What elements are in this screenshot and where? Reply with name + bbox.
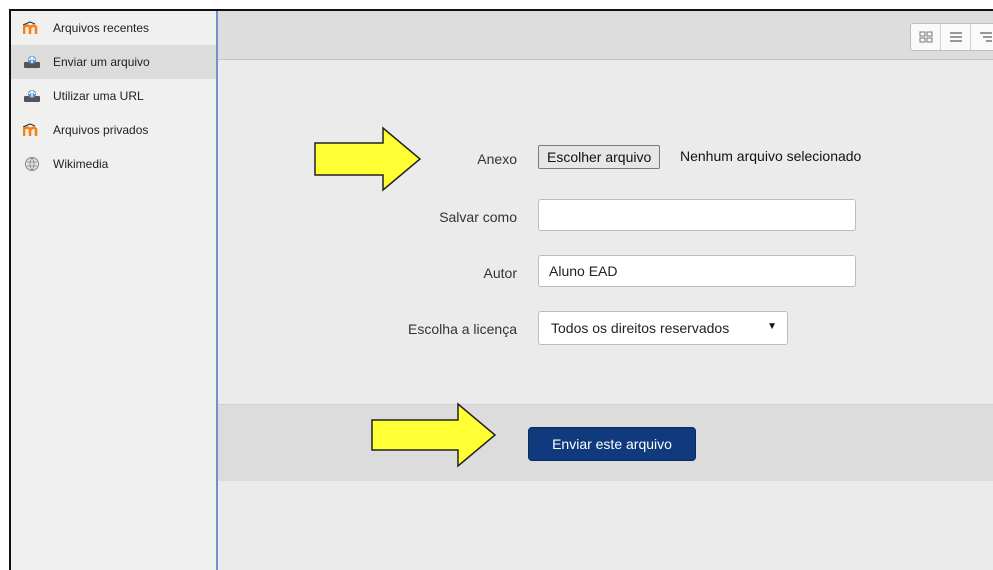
repository-sidebar: Arquivos recentes Enviar um arquivo Util… xyxy=(11,11,218,570)
grid-view-icon[interactable] xyxy=(911,24,941,50)
form-footer: Enviar este arquivo xyxy=(218,404,993,481)
sidebar-item-label: Wikimedia xyxy=(53,157,109,171)
sidebar-item-recent-files[interactable]: Arquivos recentes xyxy=(11,11,216,45)
view-toolbar xyxy=(218,11,993,60)
moodle-logo-icon xyxy=(23,20,41,36)
sidebar-item-private-files[interactable]: Arquivos privados xyxy=(11,113,216,147)
license-select[interactable]: Todos os direitos reservados ▼ xyxy=(538,311,788,345)
globe-icon xyxy=(23,156,41,172)
moodle-logo-icon xyxy=(23,122,41,138)
upload-icon xyxy=(23,54,41,70)
sidebar-item-label: Enviar um arquivo xyxy=(53,55,150,69)
save-as-input[interactable] xyxy=(538,199,856,231)
sidebar-item-use-url[interactable]: Utilizar uma URL xyxy=(11,79,216,113)
upload-icon xyxy=(23,88,41,104)
license-selected-value: Todos os direitos reservados xyxy=(551,320,730,336)
license-label: Escolha a licença xyxy=(408,321,517,337)
view-switcher xyxy=(910,23,993,51)
sidebar-item-wikimedia[interactable]: Wikimedia xyxy=(11,147,216,181)
arrow-callout-icon xyxy=(371,402,497,468)
upload-panel: Anexo Escolher arquivo Nenhum arquivo se… xyxy=(218,11,993,570)
author-input[interactable] xyxy=(538,255,856,287)
file-picker-window: Arquivos recentes Enviar um arquivo Util… xyxy=(9,9,993,570)
sidebar-item-label: Utilizar uma URL xyxy=(53,89,144,103)
choose-file-button[interactable]: Escolher arquivo xyxy=(538,145,661,169)
dropdown-arrow-icon: ▼ xyxy=(767,321,777,332)
file-status-text: Nenhum arquivo selecionado xyxy=(680,148,862,164)
save-as-label: Salvar como xyxy=(439,209,517,225)
sidebar-item-label: Arquivos recentes xyxy=(53,21,150,35)
arrow-callout-icon xyxy=(314,126,422,192)
sidebar-item-upload-file[interactable]: Enviar um arquivo xyxy=(11,45,216,79)
list-view-icon[interactable] xyxy=(941,24,971,50)
author-label: Autor xyxy=(483,265,517,281)
upload-submit-button[interactable]: Enviar este arquivo xyxy=(528,427,696,461)
sidebar-item-label: Arquivos privados xyxy=(53,123,149,137)
tree-view-icon[interactable] xyxy=(971,24,993,50)
